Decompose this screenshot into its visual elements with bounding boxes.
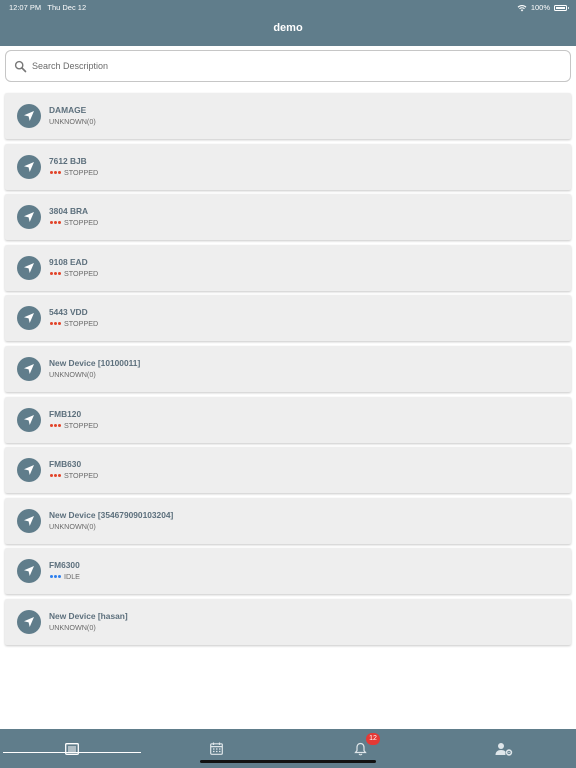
bell-icon [353,742,367,755]
device-status: UNKNOWN(0) [49,521,96,531]
stopped-indicator-icon [50,474,61,478]
navigation-arrow-icon [17,154,41,179]
calendar-icon [209,742,223,755]
device-row[interactable]: FMB630 STOPPED [5,447,571,494]
list-icon [65,742,79,755]
device-row[interactable]: 9108 EAD STOPPED [5,244,571,291]
device-row[interactable]: DAMAGE UNKNOWN(0) [5,93,571,139]
idle-indicator-icon [50,575,61,579]
device-name: FMB630 [49,459,82,470]
stopped-indicator-icon [50,170,61,174]
battery-icon [554,4,569,11]
device-status: STOPPED [49,421,98,430]
user-settings-icon [495,742,513,756]
stopped-indicator-icon [50,423,61,427]
stopped-indicator-icon [50,322,61,326]
device-status: UNKNOWN(0) [49,369,96,379]
status-right: 100% [517,3,569,12]
device-row[interactable]: 3804 BRA STOPPED [5,194,571,241]
search-input[interactable] [32,57,552,75]
device-name: New Device [hasan] [49,610,128,621]
device-name: 5443 VDD [49,307,88,318]
search-bar[interactable] [5,50,571,82]
tab-list[interactable] [0,729,144,768]
navigation-arrow-icon [17,104,41,128]
notification-badge: 12 [366,733,380,745]
device-name: DAMAGE [49,105,87,115]
stopped-indicator-icon [50,221,61,225]
device-list: DAMAGE UNKNOWN(0) 7612 BJB STOPPED 3804 … [5,93,571,650]
device-name: 7612 BJB [49,155,87,166]
navigation-arrow-icon [17,407,41,432]
device-status: STOPPED [49,319,98,328]
navigation-arrow-icon [17,306,41,331]
page-title: demo [273,22,303,34]
device-status: IDLE [49,572,80,581]
device-name: 9108 EAD [49,256,88,267]
device-row[interactable]: FMB120 STOPPED [5,396,571,443]
device-row[interactable]: New Device [354679090103204] UNKNOWN(0) [5,497,571,544]
battery-percent: 100% [530,3,550,12]
tab-account-settings[interactable] [432,729,576,768]
device-name: FMB120 [49,408,82,419]
navigation-arrow-icon [17,356,41,381]
navigation-arrow-icon [17,458,41,483]
device-status: UNKNOWN(0) [49,117,96,126]
device-row[interactable]: 7612 BJB STOPPED [5,143,571,190]
device-name: New Device [354679090103204] [49,509,174,520]
device-name: FM6300 [49,560,80,571]
navigation-arrow-icon [17,508,41,533]
navigation-arrow-icon [17,255,41,280]
stopped-indicator-icon [50,271,61,275]
navigation-arrow-icon [17,609,41,634]
device-row[interactable]: FM6300 IDLE [5,548,571,595]
app-header: 12:07 PM Thu Dec 12 100% demo [0,0,576,46]
device-status: STOPPED [49,168,98,177]
status-time: 12:07 PM Thu Dec 12 [9,3,87,12]
device-name: 3804 BRA [49,206,89,217]
device-name: New Device [10100011] [49,357,141,368]
navigation-arrow-icon [17,205,41,230]
device-status: STOPPED [49,471,98,480]
device-status: UNKNOWN(0) [49,622,96,632]
wifi-icon [517,4,527,11]
device-status: STOPPED [49,218,98,227]
device-row[interactable]: New Device [hasan] UNKNOWN(0) [5,598,571,645]
device-row[interactable]: 5443 VDD STOPPED [5,295,571,342]
device-status: STOPPED [49,269,98,278]
bottom-tab-bar: 12 [0,729,576,768]
search-icon [14,60,27,73]
navigation-arrow-icon [17,559,41,584]
device-row[interactable]: New Device [10100011] UNKNOWN(0) [5,345,571,392]
home-indicator [200,760,376,763]
status-bar: 12:07 PM Thu Dec 12 100% [0,0,576,14]
